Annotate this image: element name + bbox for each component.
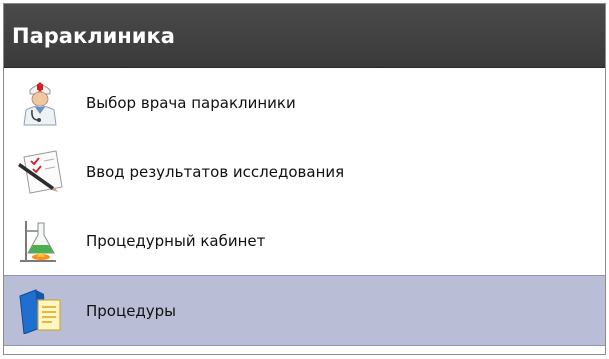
paraclinic-panel: Параклиника Выбор врача параклиники Ввод… [3, 3, 606, 355]
menu-item-label: Выбор врача параклиники [86, 93, 296, 112]
doctor-icon [18, 78, 74, 128]
panel-title: Параклиника [12, 23, 175, 48]
menu-item-label: Процедуры [86, 301, 177, 320]
panel-header: Параклиника [4, 4, 605, 68]
menu-item-procedures[interactable]: Процедуры [4, 275, 605, 346]
document-pen-icon [18, 147, 74, 197]
procedures-book-icon [18, 286, 74, 336]
menu-item-choose-doctor[interactable]: Выбор врача параклиники [4, 68, 605, 137]
menu-item-procedure-room[interactable]: Процедурный кабинет [4, 206, 605, 275]
menu-item-enter-results[interactable]: Ввод результатов исследования [4, 137, 605, 206]
lab-flask-icon [18, 216, 74, 266]
menu-item-label: Процедурный кабинет [86, 231, 266, 250]
menu-item-label: Ввод результатов исследования [86, 162, 345, 181]
